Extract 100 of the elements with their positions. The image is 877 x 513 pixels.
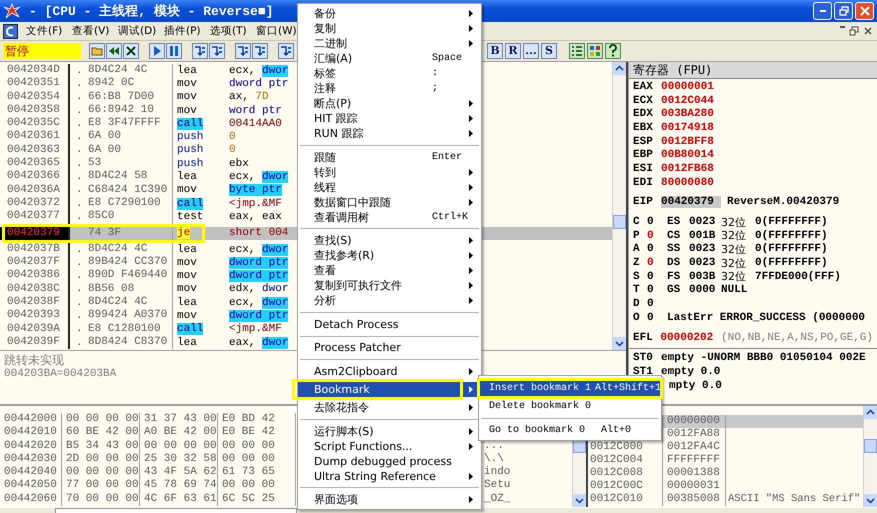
- fpu-register-value: empty 0.0: [661, 366, 720, 378]
- segment-name: CS: [667, 230, 682, 242]
- address-cell: 0042037B: [0, 242, 70, 256]
- segment-name: SS: [667, 243, 682, 256]
- flag-name: A: [633, 243, 641, 256]
- address-cell: 0042038C: [0, 282, 70, 296]
- value-cell: 00000000: [663, 415, 726, 428]
- segment-selector: 003B: [689, 270, 716, 283]
- flag-value: 0: [647, 230, 655, 242]
- register-name: EFL: [633, 332, 654, 344]
- flag-name: D: [633, 298, 641, 310]
- mnemonic: test: [177, 210, 204, 223]
- register-value: 00000001: [661, 80, 715, 93]
- value-cell: FFFFFFFF: [663, 454, 726, 467]
- mnemonic: push: [177, 131, 204, 144]
- mnemonic: mov: [177, 256, 197, 269]
- register-value: 00000202: [660, 332, 714, 344]
- segment-name: DS: [667, 257, 682, 270]
- jump-path-mark: .: [76, 144, 83, 156]
- mnemonic: lea: [177, 171, 197, 184]
- operand-text: 0: [229, 144, 236, 156]
- mnemonic: lea: [177, 64, 197, 77]
- window-title: - [CPU - 主线程, 模块 - Reverse■]: [29, 2, 274, 20]
- hex-cell: 8D8424 C8370: [88, 336, 173, 350]
- register-name: ECX: [633, 94, 654, 107]
- value-cell: 00000031: [663, 480, 726, 493]
- address-cell: 0042037F: [0, 256, 70, 270]
- operand-text: <jmp.&MF: [229, 198, 282, 210]
- fpu-register-value: empty -UNORM BBB0 01050104 002E: [661, 352, 866, 364]
- mnemonic: mov: [177, 270, 197, 282]
- flags-summary: (NO,NB,NE,A,NS,PO,GE,G): [721, 332, 873, 344]
- segment-name: FS: [667, 270, 682, 283]
- operand-text: 0: [229, 131, 236, 144]
- flag-value: 0: [647, 270, 655, 283]
- jump-path-mark: .: [76, 131, 83, 144]
- address-cell: 00420366: [0, 170, 70, 184]
- register-name: ESP: [633, 136, 654, 148]
- ascii-cell-text: indo: [483, 466, 512, 480]
- hex-bytes: 43 4F 5A 62: [140, 466, 218, 480]
- hex-cell: 66:8942 10: [88, 104, 173, 118]
- address-cell: 0042039A: [0, 322, 70, 336]
- hex-cell: 6A 00: [88, 130, 173, 144]
- address-cell: 00442030: [0, 452, 62, 466]
- address-cell: 00442000: [0, 413, 62, 426]
- jump-path-mark: .: [76, 270, 83, 282]
- address-cell: 00420377: [0, 210, 70, 224]
- segment-selector: 001B: [689, 230, 716, 242]
- address-cell: 00420393: [0, 309, 70, 323]
- segment-bits: 32位: [721, 214, 747, 230]
- segment-selector: 0000: [689, 284, 716, 296]
- mnemonic: mov: [177, 91, 197, 104]
- mnemonic: mov: [177, 104, 197, 117]
- hex-bytes: B5 34 43 00: [62, 440, 140, 453]
- flag-value: 0: [647, 257, 655, 270]
- jump-path-mark: .: [76, 118, 83, 130]
- address-cell: 00442020: [0, 440, 62, 453]
- jump-path-mark: .: [76, 336, 83, 349]
- jump-path-mark: .: [76, 256, 83, 269]
- jump-path-mark: .: [76, 323, 83, 336]
- flag-name: P: [633, 230, 641, 242]
- register-value: 00420379: [661, 196, 721, 208]
- operand-text: word ptr: [229, 104, 282, 117]
- pane-header: 寄存器 (FPU): [629, 62, 877, 79]
- register-value: 0012BFF8: [661, 136, 715, 148]
- address-cell: 00420358: [0, 104, 70, 118]
- mnemonic: mov: [177, 78, 197, 90]
- segment-bits: 32位: [721, 269, 747, 284]
- info-text: 004203BA=004203BA: [4, 368, 116, 381]
- jump-path-mark: .: [76, 310, 83, 322]
- ascii-cell-text: Setu: [483, 479, 512, 493]
- hex-bytes: E0 BD 42: [218, 413, 296, 426]
- operand-text: dwor: [262, 283, 288, 296]
- address-cell: 00420365: [0, 157, 70, 170]
- value-cell: 0012FA4C: [663, 441, 726, 454]
- hex-bytes: 00 00 00: [218, 440, 296, 453]
- address-cell: 00442050: [0, 479, 62, 493]
- value-cell: 0012FA88: [663, 428, 726, 441]
- flag-value: 0: [647, 243, 655, 256]
- operand-text: dword ptr: [229, 78, 288, 90]
- ascii-cell-text: ...: [483, 440, 505, 453]
- mnemonic: mov: [177, 283, 197, 296]
- operand-text: dwor: [262, 336, 288, 349]
- fpu-register-name: ST1: [633, 366, 654, 378]
- segment-selector: 0023: [689, 216, 716, 228]
- hex-cell: 8B56 08: [88, 282, 173, 296]
- mnemonic: je: [177, 227, 190, 240]
- flag-name: T: [633, 284, 641, 296]
- hex-cell: 6A 00: [88, 144, 173, 158]
- address-cell: 0042039F: [0, 336, 70, 350]
- address-cell: 0042034D: [0, 64, 70, 78]
- hex-cell: 85C0: [88, 210, 173, 224]
- segment-info: 7FFDE000(FFF): [755, 270, 841, 283]
- hex-cell: 890D F469440: [88, 269, 173, 283]
- register-name: EBX: [633, 122, 654, 134]
- hex-cell: 8D4C24 4C: [88, 64, 173, 78]
- operand-text: dword ptr: [229, 256, 288, 269]
- address-cell: 0042035C: [0, 117, 70, 130]
- hex-bytes: 31 37 43 00: [140, 413, 218, 426]
- address-cell: 0012C00C: [590, 480, 643, 492]
- segment-name: ES: [667, 216, 682, 228]
